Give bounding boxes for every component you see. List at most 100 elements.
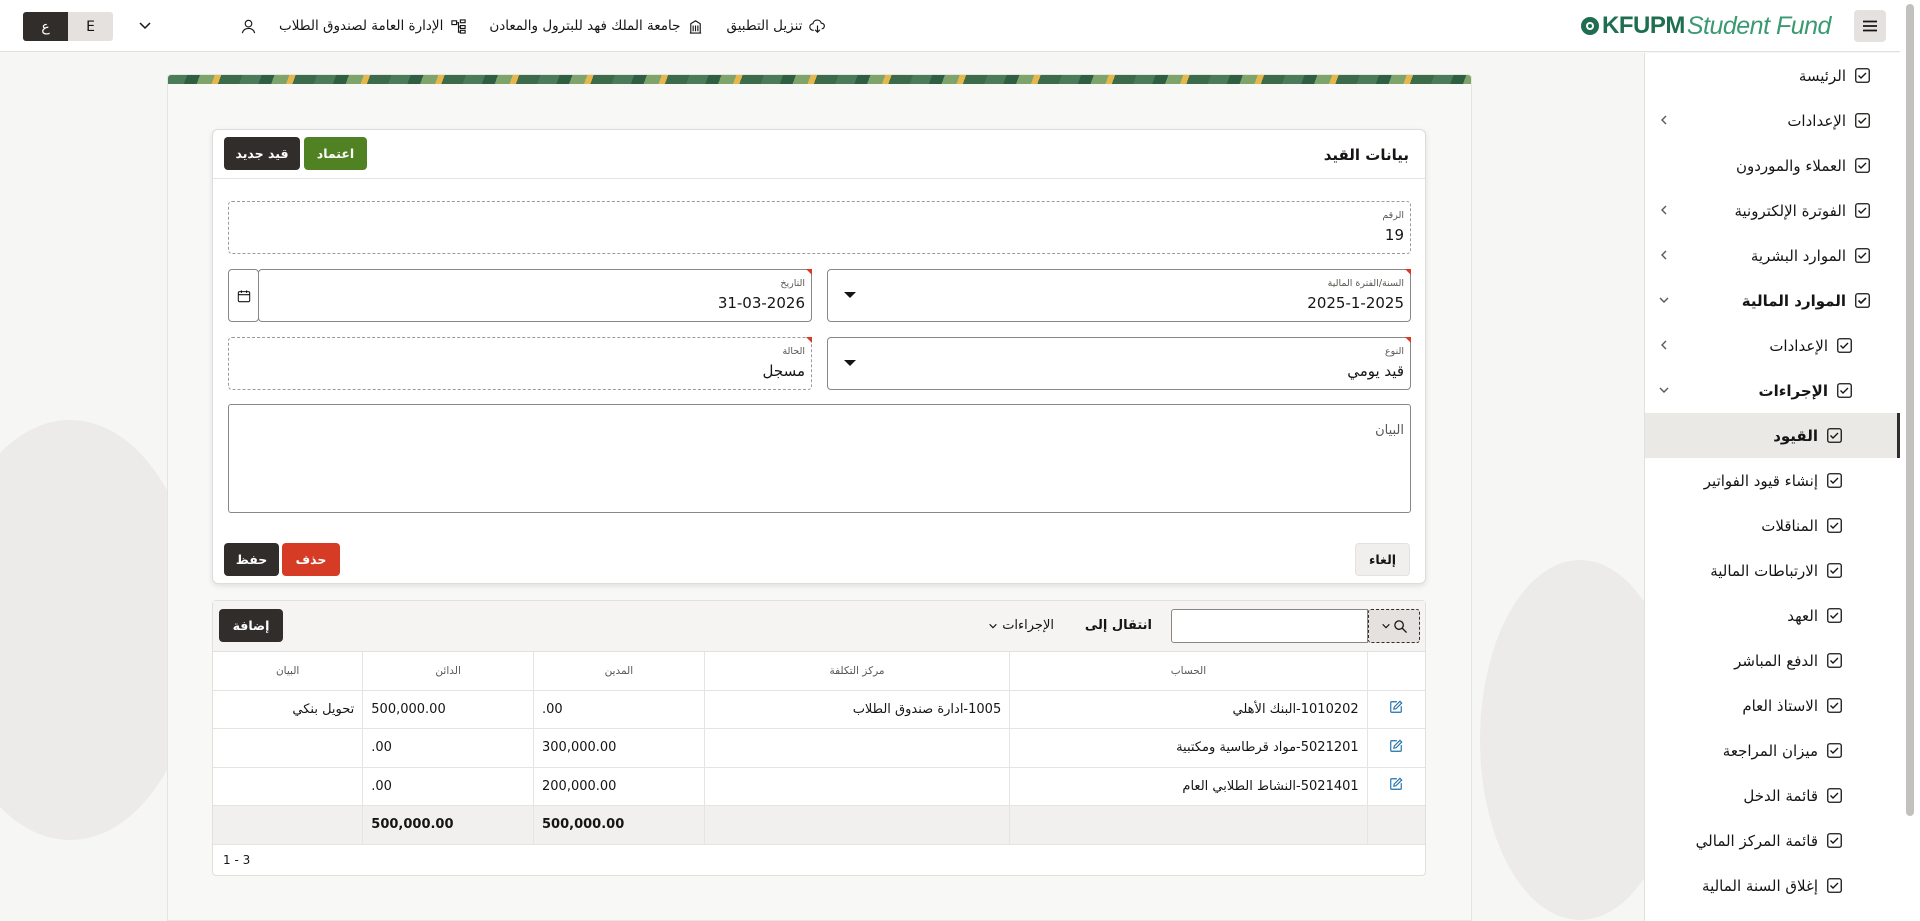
column-header-cost-center[interactable]: مركز التكلفة [703,652,1010,691]
nav-item-income-statement[interactable]: قائمة الدخل [1645,773,1900,818]
menu-toggle-button[interactable] [1854,10,1886,42]
table-row[interactable]: 5021201-مواد قرطاسية ومكتبية 300,000.00 … [213,728,1425,768]
logo-primary-text: KFUPM [1602,12,1685,39]
entry-type-select[interactable]: النوع قيد يومي [827,337,1411,390]
cancel-button[interactable]: إلغاء [1355,543,1410,576]
nav-item-trial-balance[interactable]: ميزان المراجعة [1645,728,1900,773]
date-picker-button[interactable] [228,269,259,322]
language-arabic-button[interactable]: ع [23,12,68,41]
organization-link[interactable]: الإدارة العامة لصندوق الطلاب [279,18,467,35]
nav-item-settings[interactable]: الإعدادات [1645,98,1900,143]
column-header-debit[interactable]: المدين [533,652,705,691]
fiscal-period-select[interactable]: السنة/الفترة المالية 2025-1-2025 [827,269,1411,322]
nav-item-home[interactable]: الرئيسة [1645,53,1900,98]
nav-item-custody[interactable]: العهد [1645,593,1900,638]
debit-cell: 200,000.00 [533,767,705,806]
edit-icon[interactable] [1389,777,1403,791]
nav-label: الإجراءات [1758,381,1828,400]
date-field[interactable]: التاريخ 31-03-2026 [258,269,812,322]
nav-item-procedures[interactable]: الإجراءات [1645,368,1900,413]
nav-label: ميزان المراجعة [1722,741,1818,760]
chevron-down-icon[interactable] [137,17,153,33]
approve-button[interactable]: اعتماد [304,137,367,170]
building-icon [690,19,702,34]
account-cell: 5021401-النشاط الطلابي العام [1009,767,1368,806]
checkbox-icon [1855,68,1870,83]
grid-toolbar: انتقال إلى الإجراءات إضافة [213,601,1425,652]
total-credit-cell: 500,000.00 [362,805,534,845]
nav-item-financial-resources[interactable]: الموارد المالية [1645,278,1900,323]
decorative-banner [168,75,1471,84]
actions-menu-button[interactable]: الإجراءات [988,618,1054,633]
nav-label: المناقلات [1761,516,1818,535]
table-row[interactable]: 5021401-النشاط الطلابي العام 200,000.00 … [213,767,1425,806]
region-divider [213,178,1425,179]
user-icon[interactable] [240,18,257,35]
save-button[interactable]: حفظ [224,543,279,576]
column-header-description[interactable]: البيان [213,652,363,691]
column-header-account[interactable]: الحساب [1009,652,1368,691]
debit-cell: 300,000.00 [533,728,705,768]
edit-icon[interactable] [1389,739,1403,753]
nav-item-financial-commitments[interactable]: الارتباطات المالية [1645,548,1900,593]
chevron-down-icon [989,623,997,628]
language-english-button[interactable]: E [68,12,113,41]
nav-label: الاستاذ العام [1742,696,1818,715]
edit-cell [1366,690,1425,729]
nav-item-year-closing[interactable]: إغلاق السنة المالية [1645,863,1900,908]
university-link[interactable]: جامعة الملك فهد للبترول والمعادن [489,18,704,35]
nav-item-transfers[interactable]: المناقلات [1645,503,1900,548]
column-header-credit[interactable]: الدائن [362,652,534,691]
nav-item-direct-payment[interactable]: الدفع المباشر [1645,638,1900,683]
nav-label: الفوترة الإلكترونية [1734,201,1846,220]
nav-item-customers-suppliers[interactable]: العملاء والموردون [1645,143,1900,188]
download-app-label: تنزيل التطبيق [726,18,803,34]
totals-spacer-cell [1009,805,1368,845]
nav-item-financial-settings[interactable]: الإعدادات [1645,323,1900,368]
nav-label: الإعدادات [1787,111,1846,130]
calendar-icon [237,289,250,302]
dropdown-caret-icon[interactable] [844,292,856,298]
nav-item-financial-position[interactable]: قائمة المركز المالي [1645,818,1900,863]
delete-button[interactable]: حذف [282,543,340,576]
nav-item-human-resources[interactable]: الموارد البشرية [1645,233,1900,278]
checkbox-icon [1827,518,1842,533]
entry-type-label: النوع [1385,346,1404,357]
chevron-left-icon [1661,115,1667,125]
required-indicator [806,269,812,275]
grid-search-input[interactable] [1171,609,1368,643]
edit-column-header [1366,652,1425,691]
nav-item-e-invoicing[interactable]: الفوترة الإلكترونية [1645,188,1900,233]
chevron-down-icon [1381,623,1390,629]
status-value: مسجل [762,362,805,380]
chevron-left-icon [1661,250,1667,260]
add-row-button[interactable]: إضافة [219,609,283,642]
scrollbar-thumb[interactable] [1906,4,1914,816]
credit-cell: .00 [362,767,534,806]
new-entry-button[interactable]: قيد جديد [224,137,300,170]
checkbox-icon [1837,383,1852,398]
chevron-left-icon [1661,205,1667,215]
dropdown-caret-icon[interactable] [844,360,856,366]
language-switch: ع E [23,12,113,41]
nav-item-journal-entries[interactable]: القيود [1645,413,1900,458]
checkbox-icon [1827,698,1842,713]
app-logo[interactable]: KFUPM Student Fund [1580,10,1831,42]
date-value: 31-03-2026 [717,294,805,312]
go-to-label[interactable]: انتقال إلى [1085,618,1152,633]
account-cell: 5021201-مواد قرطاسية ومكتبية [1009,728,1368,768]
edit-icon[interactable] [1389,700,1403,714]
table-row[interactable]: 1010202-البنك الأهلي 1005-ادارة صندوق ال… [213,690,1425,729]
search-column-menu-button[interactable] [1368,609,1420,643]
top-bar: ع E تنزيل التطبيق جامعة الملك فهد للبترو… [0,0,1920,52]
totals-spacer-cell [1366,805,1425,845]
side-navigation: الرئيسة الإعدادات العملاء والموردون الفو… [1644,53,1900,921]
nav-item-general-ledger[interactable]: الاستاذ العام [1645,683,1900,728]
credit-cell: 500,000.00 [362,690,534,729]
number-label: الرقم [1382,210,1404,221]
search-icon [1393,619,1407,633]
chevron-down-icon [1659,297,1669,303]
download-app-link[interactable]: تنزيل التطبيق [726,18,826,35]
description-textarea[interactable]: البيان [228,404,1411,513]
nav-item-invoice-entries[interactable]: إنشاء قيود الفواتير [1645,458,1900,503]
